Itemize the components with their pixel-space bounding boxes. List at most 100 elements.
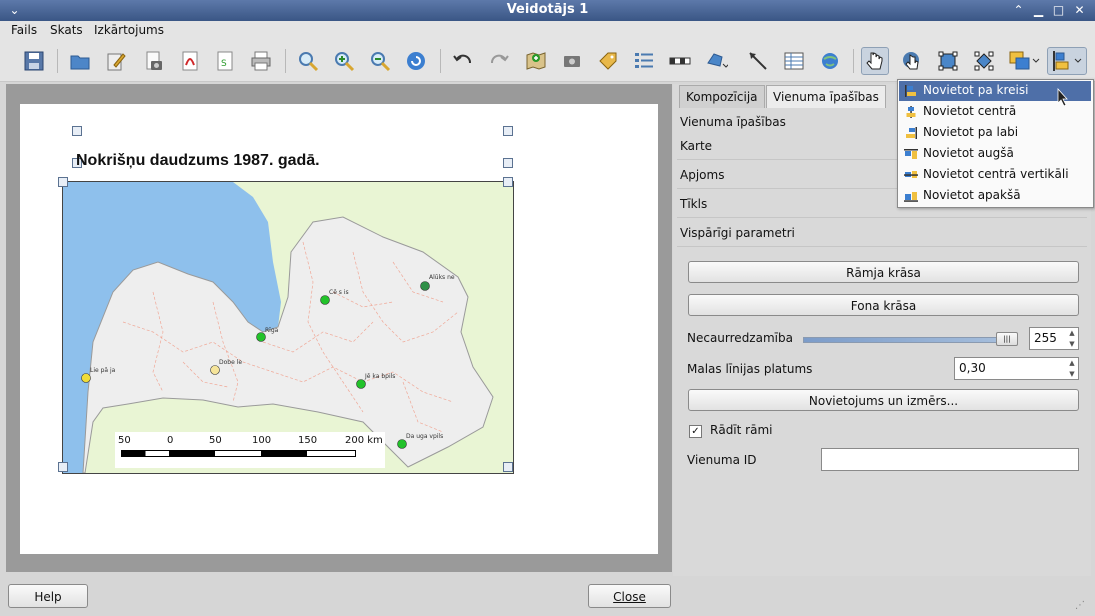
outline-width-label: Malas līnijas platums: [687, 362, 813, 376]
menu-item-align-right[interactable]: Novietot pa labi: [899, 123, 1091, 143]
mouse-cursor-icon: [1057, 88, 1068, 106]
close-icon[interactable]: ✕: [1071, 2, 1088, 19]
spin-up-icon[interactable]: ▲: [1066, 328, 1078, 339]
show-frame-label: Rādīt rāmi: [710, 423, 773, 437]
window-title: Veidotājs 1: [506, 2, 589, 17]
resize-handle[interactable]: [503, 177, 513, 187]
minimize-icon[interactable]: ▁: [1030, 2, 1047, 19]
svg-text:Cē s is: Cē s is: [329, 289, 349, 296]
add-html-icon[interactable]: [816, 47, 844, 75]
tab-composition[interactable]: Kompozīcija: [679, 85, 765, 108]
redo-icon[interactable]: [485, 47, 513, 75]
menu-item-align-bottom[interactable]: Novietot apakšā: [899, 186, 1091, 206]
toolbar: S: [0, 41, 1095, 82]
svg-text:Alūks ne: Alūks ne: [429, 274, 455, 281]
map-graphic: Alūks ne Cē s is Rīga Dobe le Lie pā ja …: [63, 182, 494, 473]
scalebar-label: 200 km: [345, 435, 383, 446]
undo-icon[interactable]: [449, 47, 477, 75]
help-button[interactable]: Help: [8, 584, 88, 608]
opacity-slider-handle[interactable]: |||: [996, 332, 1018, 346]
add-arrow-icon[interactable]: [744, 47, 772, 75]
add-table-icon[interactable]: [780, 47, 808, 75]
position-size-button[interactable]: Novietojums un izmērs...: [688, 389, 1079, 411]
window-titlebar: ⌄ Veidotājs 1 ⌃ ▁ □ ✕: [0, 0, 1095, 21]
resize-handle[interactable]: [58, 462, 68, 472]
ungroup-items-icon[interactable]: [970, 47, 998, 75]
add-label-icon[interactable]: [594, 47, 622, 75]
align-right-icon: [906, 127, 917, 139]
add-map-icon[interactable]: [522, 47, 550, 75]
frame-color-button[interactable]: Rāmja krāsa: [688, 261, 1079, 283]
export-svg-icon[interactable]: S: [211, 47, 239, 75]
svg-text:Rīga: Rīga: [265, 327, 279, 334]
svg-text:Da uga vpils: Da uga vpils: [406, 433, 443, 440]
tab-item-properties[interactable]: Vienuma īpašības: [766, 85, 886, 108]
show-frame-checkbox[interactable]: ✓: [689, 425, 702, 438]
group-items-icon[interactable]: [934, 47, 962, 75]
scalebar-label: 0: [167, 435, 174, 446]
composer-canvas[interactable]: Nokrišņu daudzums 1987. gadā. Alūks ne C…: [6, 84, 672, 572]
zoom-full-icon[interactable]: [294, 47, 322, 75]
resize-handle[interactable]: [58, 177, 68, 187]
composition-page[interactable]: Nokrišņu daudzums 1987. gadā. Alūks ne C…: [20, 104, 658, 554]
edit-document-icon[interactable]: [102, 47, 130, 75]
menu-layout[interactable]: Izkārtojums: [94, 23, 164, 37]
resize-handle[interactable]: [72, 126, 82, 136]
add-shape-icon[interactable]: [702, 47, 730, 75]
resize-handle[interactable]: [503, 462, 513, 472]
section-general-options[interactable]: Vispārīgi parametri: [677, 222, 1087, 247]
print-icon[interactable]: [247, 47, 275, 75]
spin-down-icon[interactable]: ▼: [1066, 369, 1078, 380]
outline-width-spinbox[interactable]: 0,30 ▲ ▼: [954, 357, 1079, 380]
menu-file[interactable]: Fails: [11, 23, 37, 37]
scalebar-label: 100: [252, 435, 272, 446]
opacity-slider[interactable]: [803, 337, 1015, 343]
scalebar-bar: [121, 450, 356, 457]
item-id-input[interactable]: [821, 448, 1079, 471]
composition-title-label[interactable]: Nokrišņu daudzums 1987. gadā.: [76, 152, 320, 170]
svg-text:S: S: [221, 59, 227, 69]
menubar: Fails Skats Izkārtojums: [0, 21, 1095, 41]
add-scalebar-icon[interactable]: [666, 47, 694, 75]
zoom-in-icon[interactable]: [330, 47, 358, 75]
align-items-icon[interactable]: [1047, 47, 1087, 75]
save-icon[interactable]: [20, 47, 48, 75]
resize-handle[interactable]: [503, 158, 513, 168]
select-move-icon[interactable]: [861, 47, 889, 75]
scalebar-label: 50: [118, 435, 131, 446]
menu-item-align-vcenter[interactable]: Novietot centrā vertikāli: [899, 165, 1091, 185]
resize-handle[interactable]: [503, 126, 513, 136]
item-id-label: Vienuma ID: [687, 453, 757, 467]
zoom-out-icon[interactable]: [366, 47, 394, 75]
opacity-spinbox[interactable]: 255 ▲ ▼: [1029, 327, 1079, 350]
align-bottom-icon: [904, 192, 918, 202]
menu-item-align-top[interactable]: Novietot augšā: [899, 144, 1091, 164]
raise-lower-items-icon[interactable]: [1006, 47, 1044, 75]
item-properties-heading: Vienuma īpašības: [680, 115, 786, 129]
menu-view[interactable]: Skats: [50, 23, 83, 37]
scalebar[interactable]: 50 0 50 100 150 200 km: [115, 432, 385, 468]
spin-up-icon[interactable]: ▲: [1066, 358, 1078, 369]
opacity-label: Necaurredzamība: [687, 331, 793, 345]
svg-text:Lie pā ja: Lie pā ja: [90, 367, 116, 374]
spin-down-icon[interactable]: ▼: [1066, 339, 1078, 350]
background-color-button[interactable]: Fona krāsa: [688, 294, 1079, 316]
svg-text:Dobe le: Dobe le: [219, 359, 242, 366]
add-image-icon[interactable]: [558, 47, 586, 75]
open-folder-icon[interactable]: [66, 47, 94, 75]
refresh-icon[interactable]: [402, 47, 430, 75]
add-legend-icon[interactable]: [630, 47, 658, 75]
align-left-icon: [905, 85, 916, 97]
move-content-icon[interactable]: [898, 47, 926, 75]
export-image-icon[interactable]: [140, 47, 168, 75]
chevron-up-icon[interactable]: ⌃: [1010, 2, 1027, 19]
export-pdf-icon[interactable]: [176, 47, 204, 75]
align-top-icon: [904, 149, 918, 159]
scalebar-label: 50: [209, 435, 222, 446]
maximize-icon[interactable]: □: [1050, 2, 1067, 19]
align-vcenter-icon: [904, 171, 918, 178]
close-button[interactable]: Close: [588, 584, 671, 608]
map-item[interactable]: Alūks ne Cē s is Rīga Dobe le Lie pā ja …: [62, 181, 514, 474]
scalebar-label: 150: [298, 435, 318, 446]
resize-grip-icon[interactable]: ⋰: [1075, 600, 1091, 614]
